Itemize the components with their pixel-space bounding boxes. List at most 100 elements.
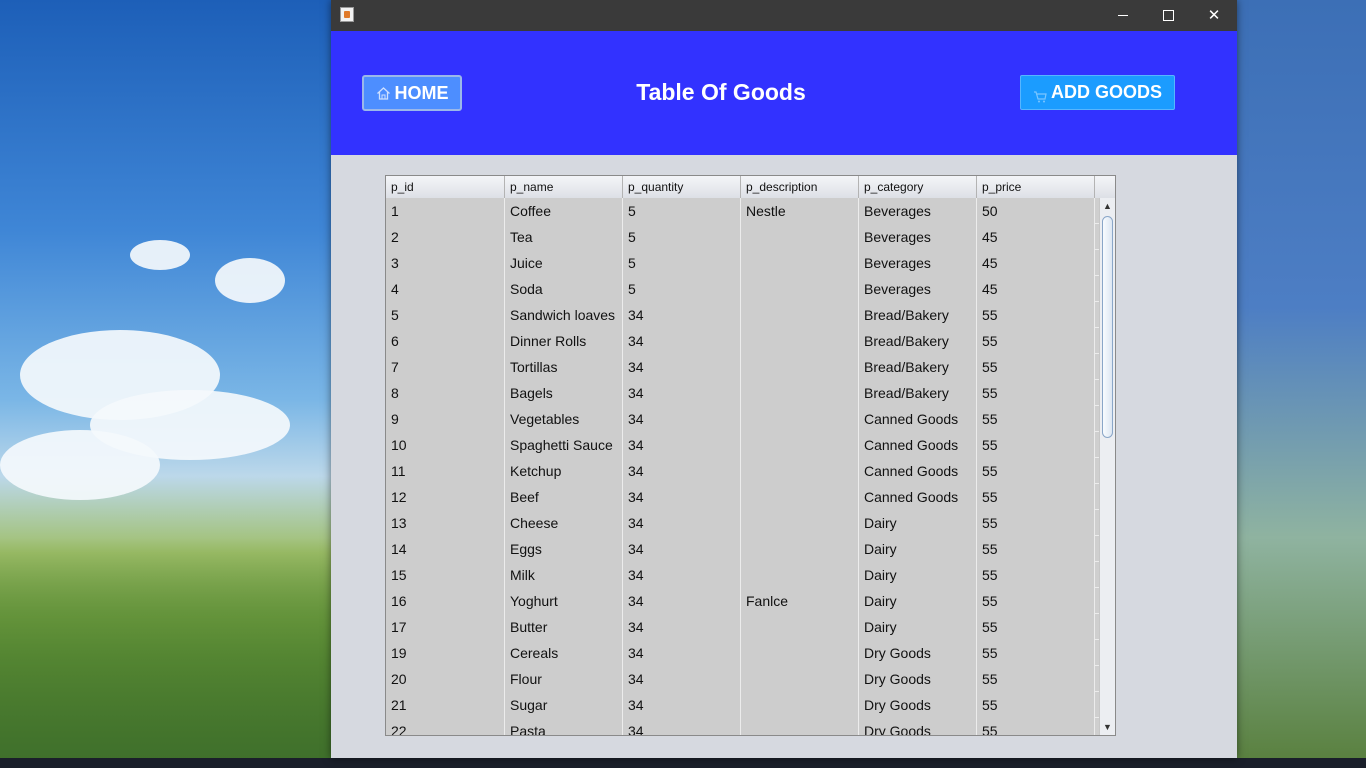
table-cell-p-name[interactable]: Soda xyxy=(505,276,623,302)
table-cell-p-price[interactable]: 55 xyxy=(977,536,1095,562)
table-cell-p-price[interactable]: 55 xyxy=(977,510,1095,536)
table-cell-p-id[interactable]: 4 xyxy=(386,276,505,302)
table-cell-p-id[interactable]: 9 xyxy=(386,406,505,432)
scroll-up-icon[interactable]: ▲ xyxy=(1100,198,1115,214)
table-cell-p-price[interactable]: 45 xyxy=(977,250,1095,276)
table-cell-p-price[interactable]: 55 xyxy=(977,614,1095,640)
table-cell-p-id[interactable]: 1 xyxy=(386,198,505,224)
table-cell-p-id[interactable]: 21 xyxy=(386,692,505,718)
table-row[interactable]: 22 Pasta 34 Dry Goods 55 xyxy=(386,718,1099,735)
table-row[interactable]: 20 Flour 34 Dry Goods 55 xyxy=(386,666,1099,692)
table-cell-p-name[interactable]: Sugar xyxy=(505,692,623,718)
table-row[interactable]: 1 Coffee 5 Nestle Beverages 50 xyxy=(386,198,1099,224)
table-cell-p-category[interactable]: Bread/Bakery xyxy=(859,380,977,406)
table-cell-p-category[interactable]: Dry Goods xyxy=(859,718,977,735)
table-cell-p-description[interactable] xyxy=(741,510,859,536)
table-cell-p-description[interactable] xyxy=(741,692,859,718)
table-cell-p-id[interactable]: 16 xyxy=(386,588,505,614)
table-row[interactable]: 3 Juice 5 Beverages 45 xyxy=(386,250,1099,276)
table-cell-p-name[interactable]: Cheese xyxy=(505,510,623,536)
table-cell-p-id[interactable]: 14 xyxy=(386,536,505,562)
table-cell-p-category[interactable]: Canned Goods xyxy=(859,406,977,432)
table-row[interactable]: 17 Butter 34 Dairy 55 xyxy=(386,614,1099,640)
table-cell-p-price[interactable]: 55 xyxy=(977,562,1095,588)
minimize-button[interactable] xyxy=(1100,0,1146,31)
table-cell-p-id[interactable]: 10 xyxy=(386,432,505,458)
table-row[interactable]: 19 Cereals 34 Dry Goods 55 xyxy=(386,640,1099,666)
table-cell-p-price[interactable]: 55 xyxy=(977,302,1095,328)
table-cell-p-description[interactable] xyxy=(741,458,859,484)
table-cell-p-category[interactable]: Dairy xyxy=(859,588,977,614)
home-button[interactable]: HOME xyxy=(362,75,462,111)
table-cell-p-category[interactable]: Dairy xyxy=(859,536,977,562)
table-cell-p-category[interactable]: Dry Goods xyxy=(859,692,977,718)
table-cell-p-name[interactable]: Spaghetti Sauce xyxy=(505,432,623,458)
table-row[interactable]: 9 Vegetables 34 Canned Goods 55 xyxy=(386,406,1099,432)
table-cell-p-id[interactable]: 17 xyxy=(386,614,505,640)
column-header-p-id[interactable]: p_id xyxy=(386,176,505,198)
table-cell-p-quantity[interactable]: 34 xyxy=(623,380,741,406)
scrollbar-thumb[interactable] xyxy=(1102,216,1113,438)
table-row[interactable]: 8 Bagels 34 Bread/Bakery 55 xyxy=(386,380,1099,406)
table-cell-p-name[interactable]: Vegetables xyxy=(505,406,623,432)
table-cell-p-category[interactable]: Dairy xyxy=(859,562,977,588)
table-cell-p-name[interactable]: Ketchup xyxy=(505,458,623,484)
table-row[interactable]: 4 Soda 5 Beverages 45 xyxy=(386,276,1099,302)
table-row[interactable]: 16 Yoghurt 34 Fanlce Dairy 55 xyxy=(386,588,1099,614)
table-row[interactable]: 14 Eggs 34 Dairy 55 xyxy=(386,536,1099,562)
table-cell-p-quantity[interactable]: 5 xyxy=(623,276,741,302)
table-cell-p-name[interactable]: Milk xyxy=(505,562,623,588)
table-cell-p-quantity[interactable]: 34 xyxy=(623,614,741,640)
table-cell-p-description[interactable] xyxy=(741,276,859,302)
table-row[interactable]: 2 Tea 5 Beverages 45 xyxy=(386,224,1099,250)
table-cell-p-description[interactable] xyxy=(741,432,859,458)
table-cell-p-id[interactable]: 22 xyxy=(386,718,505,735)
table-cell-p-quantity[interactable]: 34 xyxy=(623,510,741,536)
table-cell-p-id[interactable]: 20 xyxy=(386,666,505,692)
table-cell-p-quantity[interactable]: 34 xyxy=(623,458,741,484)
table-cell-p-name[interactable]: Tea xyxy=(505,224,623,250)
table-cell-p-category[interactable]: Beverages xyxy=(859,276,977,302)
table-cell-p-category[interactable]: Bread/Bakery xyxy=(859,302,977,328)
table-cell-p-quantity[interactable]: 34 xyxy=(623,562,741,588)
table-cell-p-quantity[interactable]: 34 xyxy=(623,718,741,735)
table-cell-p-price[interactable]: 55 xyxy=(977,380,1095,406)
table-cell-p-name[interactable]: Yoghurt xyxy=(505,588,623,614)
table-cell-p-description[interactable]: Fanlce xyxy=(741,588,859,614)
table-row[interactable]: 21 Sugar 34 Dry Goods 55 xyxy=(386,692,1099,718)
table-cell-p-id[interactable]: 6 xyxy=(386,328,505,354)
table-cell-p-price[interactable]: 55 xyxy=(977,640,1095,666)
table-cell-p-price[interactable]: 50 xyxy=(977,198,1095,224)
column-header-p-category[interactable]: p_category xyxy=(859,176,977,198)
table-cell-p-id[interactable]: 3 xyxy=(386,250,505,276)
table-cell-p-description[interactable] xyxy=(741,380,859,406)
table-cell-p-category[interactable]: Dry Goods xyxy=(859,640,977,666)
table-row[interactable]: 5 Sandwich loaves 34 Bread/Bakery 55 xyxy=(386,302,1099,328)
table-cell-p-category[interactable]: Beverages xyxy=(859,224,977,250)
table-cell-p-name[interactable]: Dinner Rolls xyxy=(505,328,623,354)
table-cell-p-name[interactable]: Tortillas xyxy=(505,354,623,380)
table-cell-p-category[interactable]: Beverages xyxy=(859,250,977,276)
add-goods-button[interactable]: ADD GOODS xyxy=(1020,75,1175,110)
table-cell-p-price[interactable]: 55 xyxy=(977,432,1095,458)
table-cell-p-category[interactable]: Bread/Bakery xyxy=(859,354,977,380)
table-cell-p-name[interactable]: Bagels xyxy=(505,380,623,406)
table-cell-p-id[interactable]: 15 xyxy=(386,562,505,588)
table-cell-p-description[interactable] xyxy=(741,224,859,250)
table-cell-p-name[interactable]: Sandwich loaves xyxy=(505,302,623,328)
maximize-button[interactable] xyxy=(1145,0,1191,31)
table-cell-p-description[interactable] xyxy=(741,562,859,588)
table-cell-p-description[interactable] xyxy=(741,302,859,328)
table-row[interactable]: 15 Milk 34 Dairy 55 xyxy=(386,562,1099,588)
table-cell-p-quantity[interactable]: 34 xyxy=(623,588,741,614)
table-cell-p-description[interactable] xyxy=(741,666,859,692)
table-cell-p-category[interactable]: Dry Goods xyxy=(859,666,977,692)
table-row[interactable]: 12 Beef 34 Canned Goods 55 xyxy=(386,484,1099,510)
table-cell-p-name[interactable]: Eggs xyxy=(505,536,623,562)
table-cell-p-description[interactable] xyxy=(741,354,859,380)
table-cell-p-category[interactable]: Canned Goods xyxy=(859,432,977,458)
table-cell-p-quantity[interactable]: 5 xyxy=(623,224,741,250)
table-cell-p-price[interactable]: 55 xyxy=(977,692,1095,718)
table-cell-p-id[interactable]: 13 xyxy=(386,510,505,536)
close-button[interactable]: ✕ xyxy=(1191,0,1237,31)
